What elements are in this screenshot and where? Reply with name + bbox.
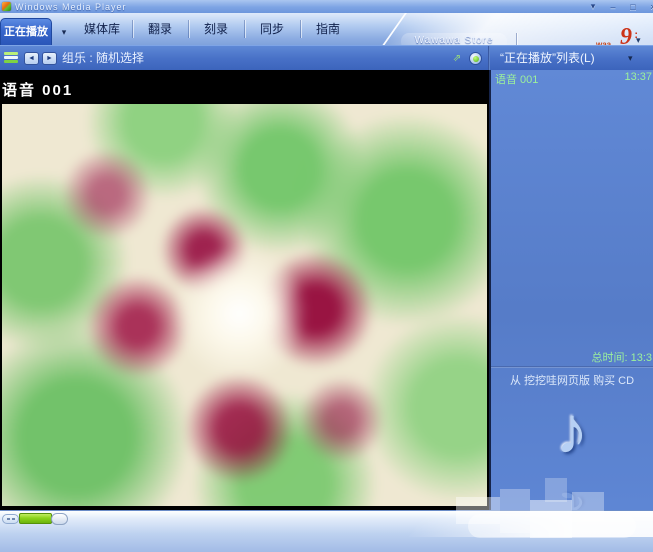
tab-now-playing[interactable]: 正在播放 — [0, 18, 52, 45]
tab-burn[interactable]: 刻录 — [192, 13, 240, 45]
wmp-app-icon — [2, 2, 11, 11]
tab-separator — [300, 20, 301, 38]
visualization-canvas — [2, 104, 487, 506]
store-separator — [516, 33, 517, 45]
fullscreen-icon[interactable]: ⇗ — [450, 52, 464, 65]
music-note-reflection: ♪ — [491, 483, 653, 510]
window-title: Windows Media Player — [15, 2, 127, 12]
maximize-button[interactable]: □ — [626, 2, 640, 12]
playlist-header-menu[interactable]: “正在播放”列表(L) — [500, 46, 595, 71]
total-time-label: 总时间: 13:3 — [591, 349, 652, 365]
video-visualization-area[interactable]: 语音 001 — [0, 70, 489, 510]
playlist-item[interactable]: 语音 001 13:37 — [491, 71, 653, 86]
track-title-overlay: 语音 001 — [2, 79, 73, 100]
window-controls: ▾ – □ × — [586, 0, 653, 13]
playlist-item-title: 语音 001 — [495, 71, 538, 87]
visualization-switcher-icon[interactable] — [4, 52, 18, 65]
playlist-header-dropdown-icon[interactable]: ▾ — [628, 46, 633, 71]
store-logo-clef: 9 — [620, 24, 632, 45]
store-dropdown-icon[interactable]: ▾ — [636, 35, 641, 45]
window-menu-arrow-icon[interactable]: ▾ — [586, 1, 600, 12]
tab-library[interactable]: 媒体库 — [76, 13, 128, 45]
tab-guide[interactable]: 指南 — [304, 13, 352, 45]
playlist-item-duration: 13:37 — [624, 71, 652, 83]
visualization-name-label: 组乐 : 随机选择 — [62, 46, 144, 71]
toolbar-divider — [488, 46, 490, 71]
close-button[interactable]: × — [646, 2, 653, 12]
playlist-toggle-icon[interactable] — [469, 52, 482, 65]
previous-visualization-button[interactable]: ◄ — [24, 52, 39, 65]
now-playing-dropdown-icon[interactable]: ▾ — [55, 23, 73, 41]
tab-separator — [132, 20, 133, 38]
transport-swoosh-decoration — [408, 510, 653, 537]
panel-divider — [491, 366, 653, 368]
seek-progress[interactable] — [19, 513, 52, 524]
store-logo-icon[interactable]: 9 : waa — [596, 27, 634, 45]
next-visualization-button[interactable]: ► — [42, 52, 57, 65]
transport-bar: ■ ◄◄ ►► 正在播放: 192 千比特/秒 ►► ↘ — [0, 510, 653, 552]
seek-bar-left-cap[interactable] — [2, 514, 19, 524]
tab-sync[interactable]: 同步 — [248, 13, 296, 45]
tab-separator — [244, 20, 245, 38]
minimize-button[interactable]: – — [606, 2, 620, 12]
secondary-toolbar: ◄ ► 组乐 : 随机选择 ⇗ “正在播放”列表(L) ▾ — [0, 45, 653, 70]
tab-separator — [188, 20, 189, 38]
tab-strip: 正在播放 ▾ 媒体库 翻录 刻录 同步 指南 Wawawa Store Musi… — [0, 13, 653, 45]
seek-slider-handle[interactable] — [51, 513, 68, 525]
store-music-button[interactable]: Wawawa Store Music — [401, 33, 507, 45]
visualization-art — [2, 104, 487, 506]
now-playing-panel: 语音 001 13:37 总时间: 13:3 从 挖挖哇网页版 购买 CD ♪ … — [489, 70, 653, 510]
music-note-icon: ♪ — [491, 392, 653, 468]
title-bar: Windows Media Player ▾ – □ × — [0, 0, 653, 13]
buy-cd-link[interactable]: 从 挖挖哇网页版 购买 CD — [491, 372, 653, 388]
tab-rip[interactable]: 翻录 — [136, 13, 184, 45]
